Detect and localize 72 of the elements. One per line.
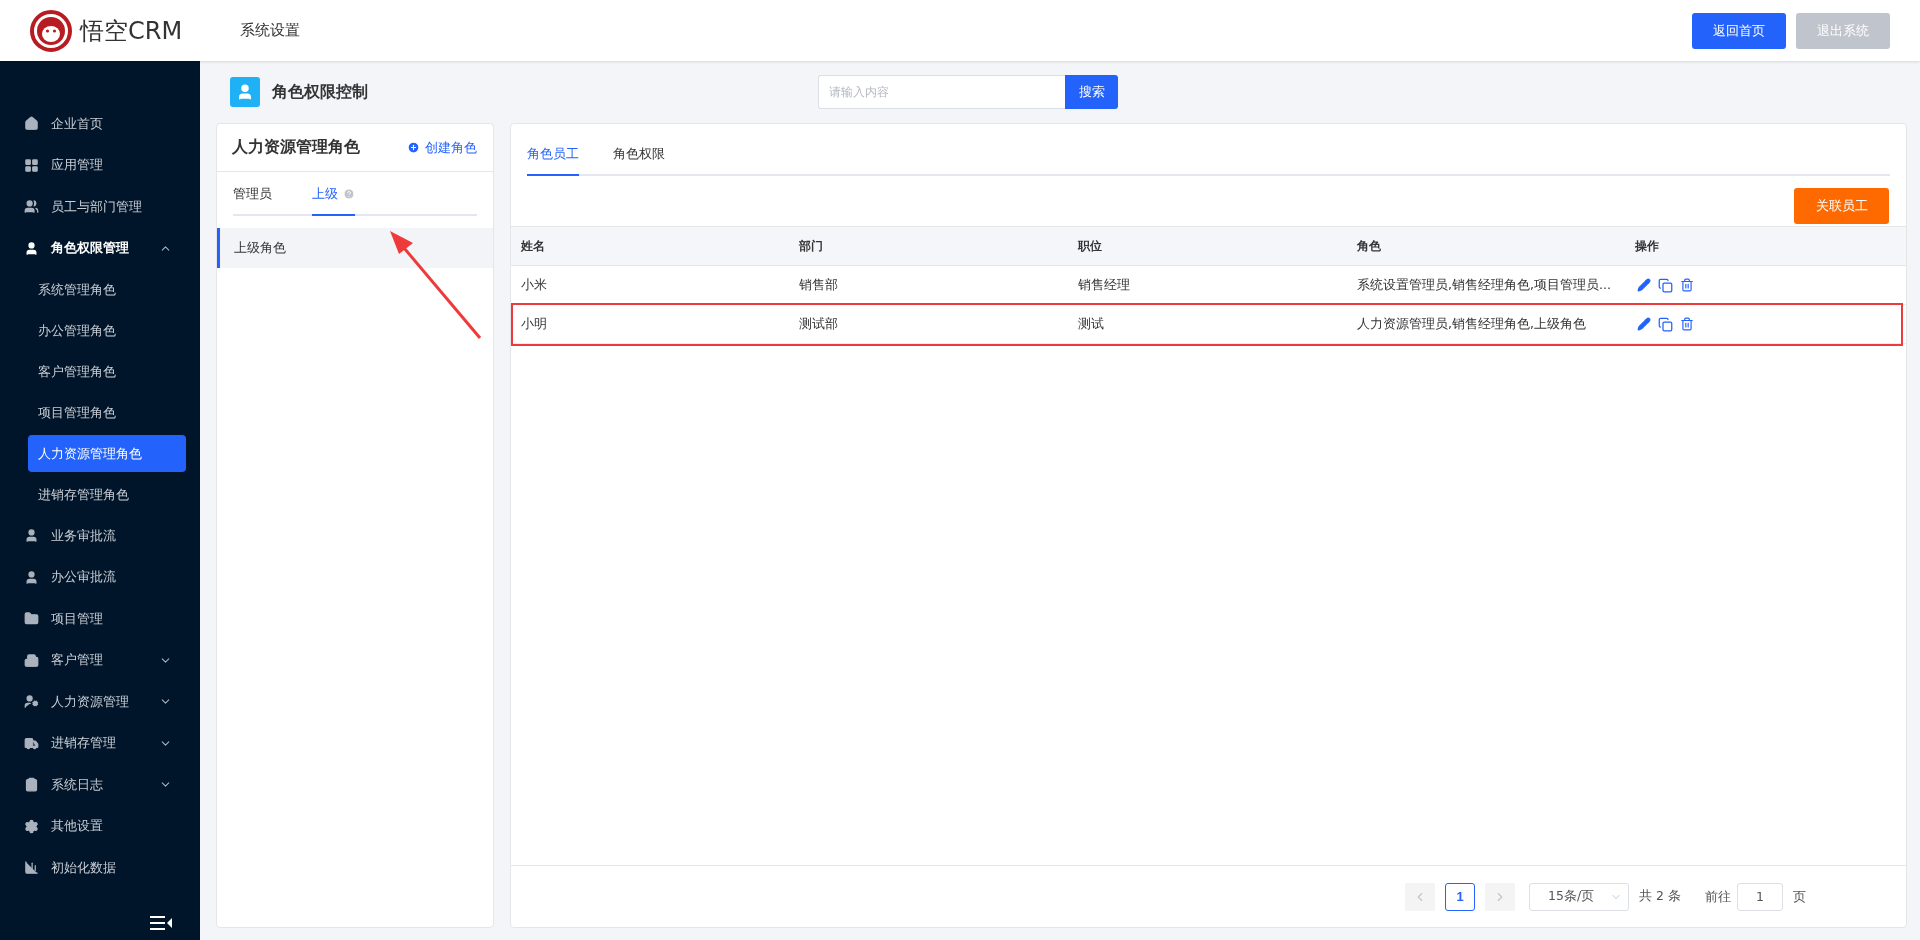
sidebar-item[interactable]: 项目管理: [0, 598, 200, 640]
sidebar-item[interactable]: 企业首页: [0, 103, 200, 145]
sidebar-subitem[interactable]: 办公管理角色: [28, 312, 186, 349]
column-header: 职位: [1068, 226, 1347, 266]
edit-icon[interactable]: [1637, 317, 1651, 331]
page-suffix: 页: [1792, 887, 1806, 906]
settings-icon: [24, 818, 39, 834]
table-cell: 销售经理: [1068, 266, 1347, 305]
page-title: 角色权限控制: [272, 81, 369, 103]
monkey-logo-icon: [30, 9, 72, 52]
sidebar-subitem[interactable]: 系统管理角色: [28, 271, 186, 308]
goto-label: 前往: [1704, 887, 1731, 906]
clipboard-icon: [24, 777, 39, 793]
edit-icon[interactable]: [1637, 278, 1651, 292]
user-icon: [230, 77, 260, 107]
role-tab[interactable]: 管理员: [233, 174, 272, 216]
table-cell: 系统设置管理员,销售经理角色,项目管理员...: [1347, 266, 1625, 305]
home-icon: [24, 116, 39, 132]
users-icon: [24, 199, 39, 215]
grid-icon: [24, 157, 39, 173]
user-gear-icon: [24, 694, 39, 710]
sidebar-subitem[interactable]: 人力资源管理角色: [28, 435, 186, 472]
sidebar-subitem[interactable]: 项目管理角色: [28, 394, 186, 431]
plus-circle-icon: [407, 141, 420, 154]
user-icon: [24, 240, 39, 256]
sidebar-item[interactable]: 应用管理: [0, 144, 200, 186]
goto-page-field[interactable]: 1: [1736, 882, 1783, 911]
sidebar-item[interactable]: 其他设置: [0, 805, 200, 847]
column-header: 部门: [789, 226, 1068, 266]
sidebar-item[interactable]: 办公审批流: [0, 556, 200, 598]
sidebar-item[interactable]: 初始化数据: [0, 847, 200, 889]
home-button[interactable]: 返回首页: [1692, 12, 1786, 49]
search-button[interactable]: 搜索: [1065, 75, 1118, 109]
table-cell: 人力资源管理员,销售经理角色,上级角色: [1347, 305, 1625, 344]
user-icon: [24, 569, 39, 585]
sidebar-subitem[interactable]: 进销存管理角色: [28, 476, 186, 513]
column-header: 操作: [1625, 226, 1906, 266]
column-header: 角色: [1347, 226, 1625, 266]
user-icon: [24, 528, 39, 544]
copy-icon[interactable]: [1658, 316, 1673, 332]
copy-icon[interactable]: [1658, 277, 1673, 293]
table-cell: 小明: [511, 305, 789, 344]
sidebar-item[interactable]: 角色权限管理: [0, 227, 200, 269]
help-icon: [343, 188, 355, 200]
delete-icon[interactable]: [1680, 278, 1694, 292]
sidebar-item[interactable]: 系统日志: [0, 764, 200, 806]
sidebar-item[interactable]: 客户管理: [0, 639, 200, 681]
role-tab[interactable]: 上级: [312, 174, 355, 216]
table-cell: 测试: [1068, 305, 1347, 344]
create-role-link[interactable]: 创建角色: [407, 138, 477, 157]
table-cell: 销售部: [789, 266, 1068, 305]
sidebar-item[interactable]: 进销存管理: [0, 722, 200, 764]
page-number[interactable]: 1: [1445, 882, 1475, 911]
content-tab[interactable]: 角色权限: [613, 134, 665, 176]
content-tab[interactable]: 角色员工: [527, 134, 579, 176]
search-field[interactable]: 请输入内容: [818, 75, 1065, 109]
role-list-item[interactable]: 上级角色: [217, 228, 493, 268]
truck-icon: [24, 735, 39, 751]
sidebar-item[interactable]: 业务审批流: [0, 515, 200, 557]
total-count: 共 2 条: [1639, 888, 1681, 905]
page-size-select[interactable]: 15条/页: [1529, 882, 1629, 911]
delete-icon[interactable]: [1680, 317, 1694, 331]
table-cell: 小米: [511, 266, 789, 305]
table-cell: 测试部: [789, 305, 1068, 344]
menu-collapse-icon[interactable]: [150, 916, 172, 930]
column-header: 姓名: [511, 226, 789, 266]
header-title: 系统设置: [240, 21, 301, 40]
sidebar-item[interactable]: 人力资源管理: [0, 681, 200, 723]
sidebar-subitem[interactable]: 客户管理角色: [28, 353, 186, 390]
logo-text: 悟空CRM: [80, 15, 183, 47]
panel-title: 人力资源管理角色: [232, 137, 360, 158]
sidebar-item[interactable]: 员工与部门管理: [0, 186, 200, 228]
